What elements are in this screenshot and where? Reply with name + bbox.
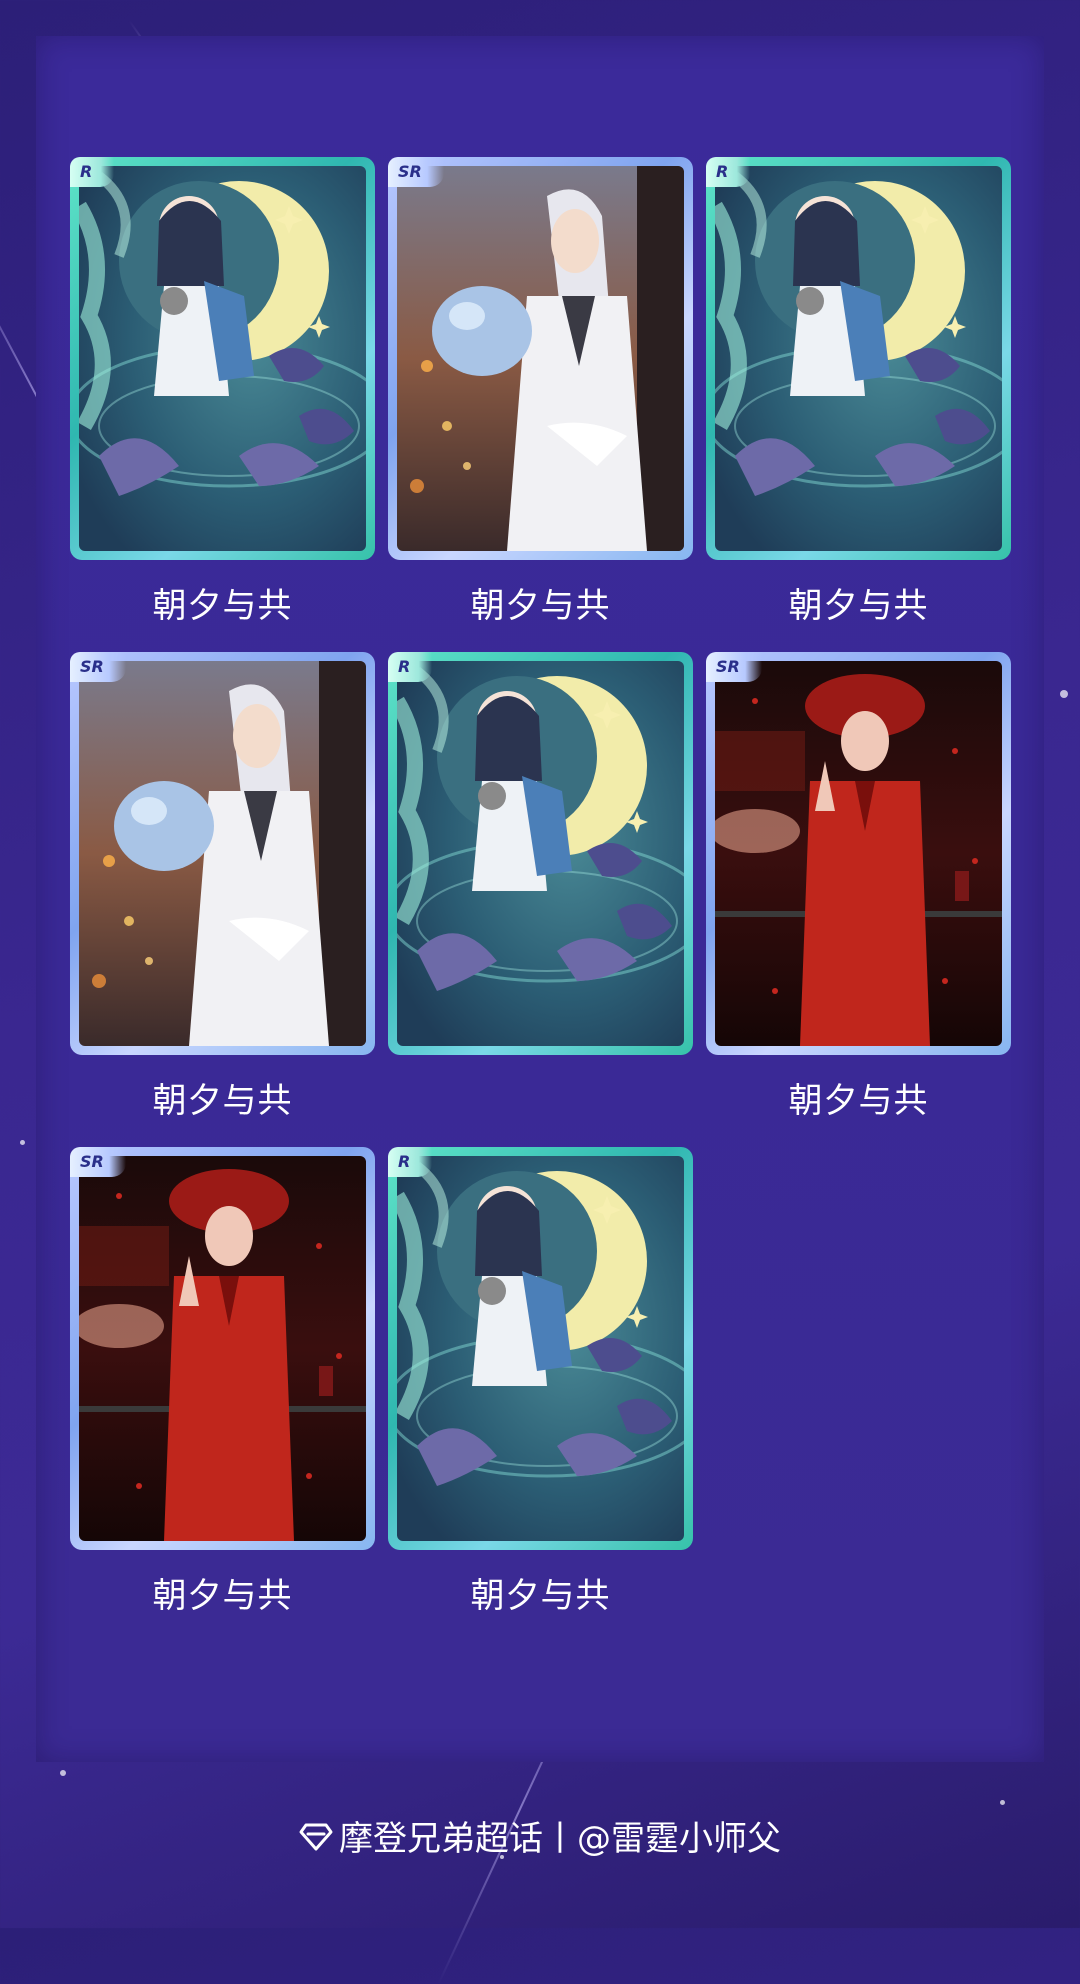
card-artwork [715,166,1002,551]
card-caption: 朝夕与共 [788,586,929,626]
card-frame[interactable]: SR [388,157,693,560]
rarity-badge: SR [70,1147,126,1177]
card-artwork [79,1156,366,1541]
diamond-icon [299,1821,333,1861]
card-caption: 朝夕与共 [788,1081,929,1121]
card-caption: 朝夕与共 [470,1576,611,1616]
rarity-badge: SR [706,652,762,682]
card-caption: 朝夕与共 [470,586,611,626]
card-frame[interactable]: R [388,1147,693,1550]
card-artwork [397,166,684,551]
rarity-badge: SR [70,652,126,682]
card-artwork [715,661,1002,1046]
card-frame[interactable]: SR [70,1147,375,1550]
card-frame[interactable]: R [70,157,375,560]
card-grid: R 朝夕与共 SR 朝夕与共 R 朝夕与共 SR 朝夕与共 R SR 朝夕与共 … [70,157,1011,1617]
card-item[interactable]: R 朝夕与共 [70,157,375,627]
card-frame[interactable]: R [706,157,1011,560]
rarity-badge: R [706,157,751,187]
card-artwork [79,166,366,551]
card-item[interactable]: R 朝夕与共 [706,157,1011,627]
card-artwork [397,661,684,1046]
footer-credit: 摩登兄弟超话丨@雷霆小师父 [0,1811,1080,1861]
card-artwork [397,1156,684,1541]
card-item[interactable]: SR 朝夕与共 [388,157,693,627]
footer-text: 摩登兄弟超话丨@雷霆小师父 [339,1819,781,1859]
card-frame[interactable]: SR [70,652,375,1055]
card-frame[interactable]: SR [706,652,1011,1055]
card-item[interactable]: SR 朝夕与共 [70,652,375,1122]
rarity-badge: R [388,1147,433,1177]
rarity-badge: SR [388,157,444,187]
rarity-badge: R [388,652,433,682]
card-item[interactable]: R 朝夕与共 [388,1147,693,1617]
card-item[interactable]: SR 朝夕与共 [706,652,1011,1122]
card-item[interactable]: R [388,652,693,1073]
card-artwork [79,661,366,1046]
card-frame[interactable]: R [388,652,693,1055]
rarity-badge: R [70,157,115,187]
card-caption: 朝夕与共 [152,1576,293,1616]
card-caption: 朝夕与共 [152,1081,293,1121]
card-item[interactable]: SR 朝夕与共 [70,1147,375,1617]
card-caption: 朝夕与共 [152,586,293,626]
